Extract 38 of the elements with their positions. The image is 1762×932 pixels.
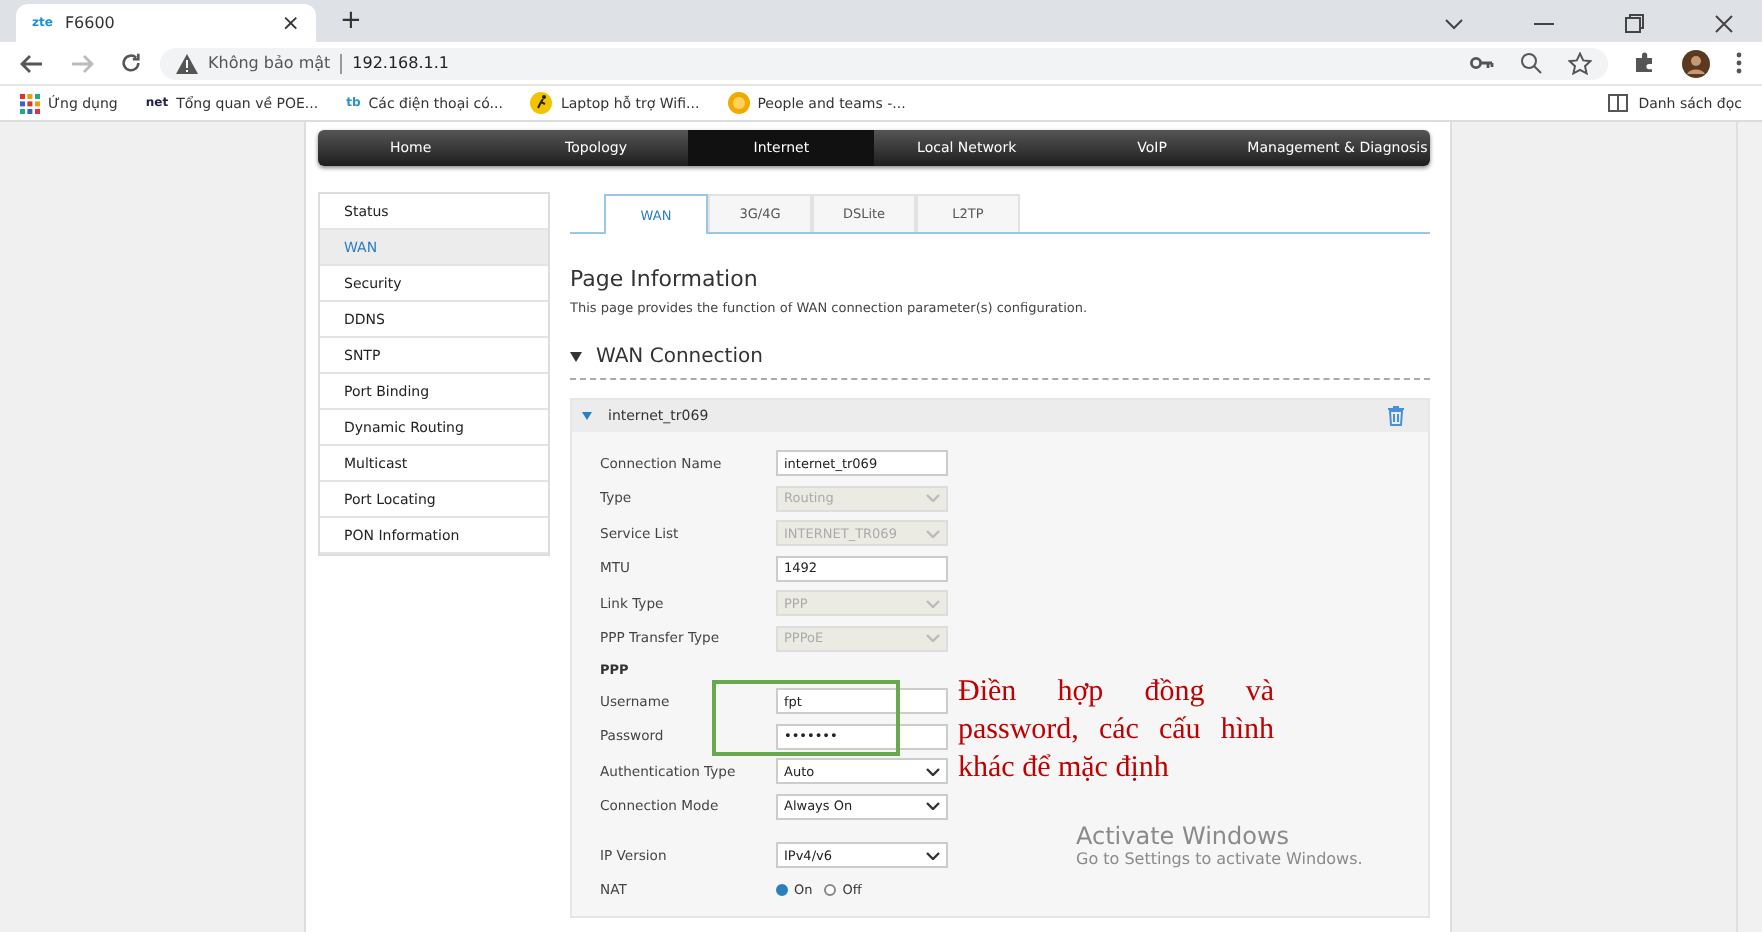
restore-icon[interactable] xyxy=(1624,13,1644,33)
chevron-down-icon xyxy=(926,767,940,776)
page-title: Page Information xyxy=(570,266,760,292)
chevron-down-icon xyxy=(926,529,940,538)
star-icon[interactable] xyxy=(1568,51,1592,75)
reload-icon[interactable] xyxy=(120,52,142,74)
apps-grid-icon xyxy=(20,93,40,113)
chevron-down-icon[interactable] xyxy=(1444,17,1464,29)
avatar-icon[interactable] xyxy=(1682,49,1710,77)
circle-logo-icon xyxy=(727,92,750,114)
close-icon[interactable] xyxy=(1714,13,1734,33)
warning-icon xyxy=(176,53,198,73)
minimize-icon[interactable] xyxy=(1534,21,1554,25)
new-tab-button[interactable]: + xyxy=(340,6,362,36)
chevron-down-icon xyxy=(926,851,940,860)
chevron-down-icon xyxy=(926,802,940,811)
chevron-down-icon xyxy=(926,634,940,643)
chevron-down-icon xyxy=(926,494,940,503)
key-icon[interactable] xyxy=(1470,56,1494,70)
zoom-icon[interactable] xyxy=(1520,52,1542,74)
chevron-down-icon xyxy=(926,599,940,608)
close-tab-button[interactable]: × xyxy=(281,10,300,36)
reading-list-icon xyxy=(1608,94,1629,112)
address-field[interactable]: Không bảo mật 192.168.1.1 xyxy=(160,47,1608,79)
collapse-triangle-icon xyxy=(582,412,592,420)
tab-title: F6600 xyxy=(64,14,117,32)
url-text: 192.168.1.1 xyxy=(352,54,450,72)
collapse-triangle-icon xyxy=(570,352,582,362)
activation-text: Go to Settings to activate Windows. xyxy=(1076,850,1363,868)
puzzle-icon[interactable] xyxy=(1634,52,1656,74)
more-icon[interactable] xyxy=(1736,52,1742,74)
section-title[interactable]: WAN Connection xyxy=(570,346,1430,380)
trash-icon[interactable] xyxy=(1388,406,1404,426)
annotation-text: Điền hợp đồng và password, các cấu hình khác để mặc định xyxy=(958,674,1274,788)
security-label: Không bảo mật xyxy=(208,54,331,72)
runner-icon xyxy=(530,92,553,114)
activation-title: Activate Windows xyxy=(1076,822,1292,850)
back-icon[interactable] xyxy=(20,53,44,73)
